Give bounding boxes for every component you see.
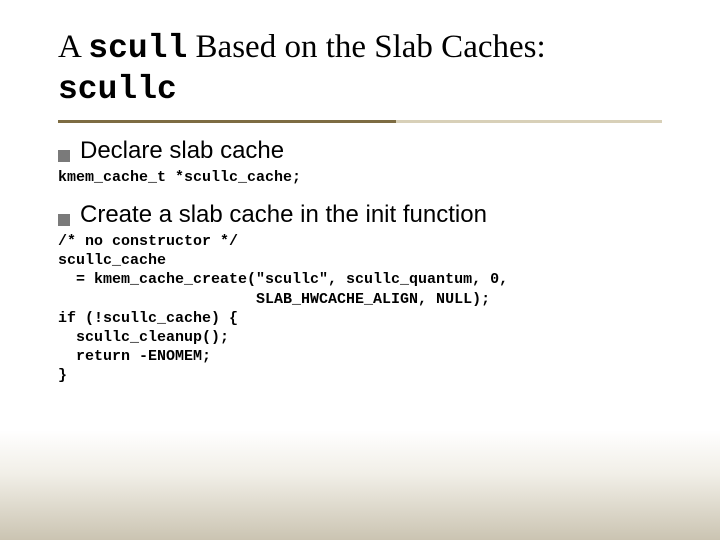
bullet-square-icon (58, 150, 70, 162)
title-divider (58, 120, 662, 123)
bullet-square-icon (58, 214, 70, 226)
slide-content: Declare slab cache kmem_cache_t *scullc_… (58, 137, 662, 386)
bullet-text: Declare slab cache (80, 137, 284, 165)
divider-light (396, 120, 662, 123)
title-pre: A (58, 29, 88, 65)
title-mono-scull: scull (88, 30, 187, 67)
bullet-text: Create a slab cache in the init function (80, 201, 487, 229)
bullet-item: Create a slab cache in the init function (58, 201, 662, 229)
slide: A scull Based on the Slab Caches: scullc… (0, 0, 720, 540)
bullet-item: Declare slab cache (58, 137, 662, 165)
title-mid: Based on the Slab Caches: (187, 29, 545, 65)
slide-title: A scull Based on the Slab Caches: scullc (58, 28, 662, 110)
title-mono-scullc: scullc (58, 71, 177, 108)
code-block: /* no constructor */ scullc_cache = kmem… (58, 232, 662, 386)
code-block: kmem_cache_t *scullc_cache; (58, 168, 662, 187)
divider-dark (58, 120, 396, 123)
